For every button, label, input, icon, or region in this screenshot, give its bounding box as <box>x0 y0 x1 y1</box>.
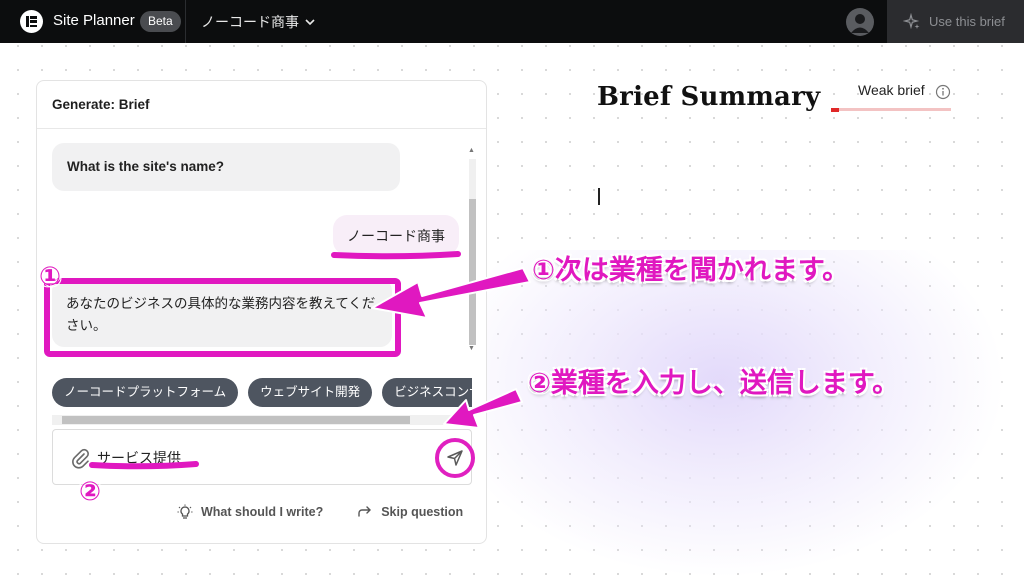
scrollbar-thumb[interactable] <box>469 199 476 345</box>
background-glow <box>487 250 1007 579</box>
app-title: Site Planner <box>53 12 135 29</box>
brief-summary-title: Brief Summary <box>597 82 821 112</box>
step1-annotation: ①次は業種を聞かれます。 <box>532 255 850 286</box>
scroll-down-icon[interactable]: ▼ <box>468 345 475 352</box>
divider <box>185 0 186 43</box>
skip-question-link[interactable]: Skip question <box>357 504 463 520</box>
chat-scrollbar[interactable]: ▲ ▼ <box>467 147 478 355</box>
elementor-logo-icon[interactable] <box>20 10 43 33</box>
suggestion-chips: ノーコードプラットフォームウェブサイト開発ビジネスコンサルティング <box>52 378 472 410</box>
step2-marker: ② <box>79 477 102 507</box>
chevron-down-icon <box>305 19 315 26</box>
use-this-brief-button[interactable]: Use this brief <box>887 0 1024 43</box>
user-avatar[interactable] <box>846 8 874 36</box>
brief-strength-bar <box>831 107 951 112</box>
beta-badge: Beta <box>140 11 181 32</box>
text-caret <box>598 188 600 205</box>
brief-strength-label: Weak brief <box>858 82 925 98</box>
panel-title: Generate: Brief <box>37 81 486 129</box>
answer-input[interactable] <box>97 446 397 470</box>
lightbulb-icon <box>177 504 193 519</box>
sparkle-icon <box>903 12 920 29</box>
send-button[interactable] <box>435 438 475 478</box>
step2-annotation: ②業種を入力し、送信します。 <box>528 368 900 399</box>
brief-strength-fill <box>831 107 840 112</box>
info-icon[interactable] <box>935 84 951 100</box>
chips-scrollbar[interactable] <box>52 415 472 425</box>
suggestion-chip[interactable]: ビジネスコンサルティング <box>382 378 472 407</box>
user-icon <box>851 14 869 33</box>
chat-panel: Generate: Brief What is the site's name?… <box>36 80 487 544</box>
answer-input-box <box>52 429 475 485</box>
what-to-write-label: What should I write? <box>201 505 324 519</box>
site-selector[interactable]: ノーコード商事 <box>201 12 317 32</box>
scroll-up-icon[interactable]: ▲ <box>468 147 475 154</box>
step1-marker: ① <box>39 262 62 292</box>
skip-arrow-icon <box>358 506 372 517</box>
scrollbar-thumb[interactable] <box>62 416 410 424</box>
site-name: ノーコード商事 <box>201 14 299 30</box>
send-icon <box>447 450 463 466</box>
ai-message: What is the site's name? <box>52 143 400 191</box>
paperclip-icon[interactable] <box>69 447 91 469</box>
suggestion-chip[interactable]: ノーコードプラットフォーム <box>52 378 239 407</box>
skip-question-label: Skip question <box>381 505 464 519</box>
user-message: ノーコード商事 <box>333 215 459 255</box>
panel-footer: What should I write? Skip question <box>177 504 463 520</box>
use-this-brief-label: Use this brief <box>929 14 1005 29</box>
ai-followup-message: あなたのビジネスの具体的な業務内容を教えてください。 <box>52 279 392 347</box>
what-to-write-link[interactable]: What should I write? <box>177 504 323 520</box>
top-bar: Site Planner Beta ノーコード商事 Use this brief <box>0 0 1024 43</box>
suggestion-chip[interactable]: ウェブサイト開発 <box>248 378 373 407</box>
